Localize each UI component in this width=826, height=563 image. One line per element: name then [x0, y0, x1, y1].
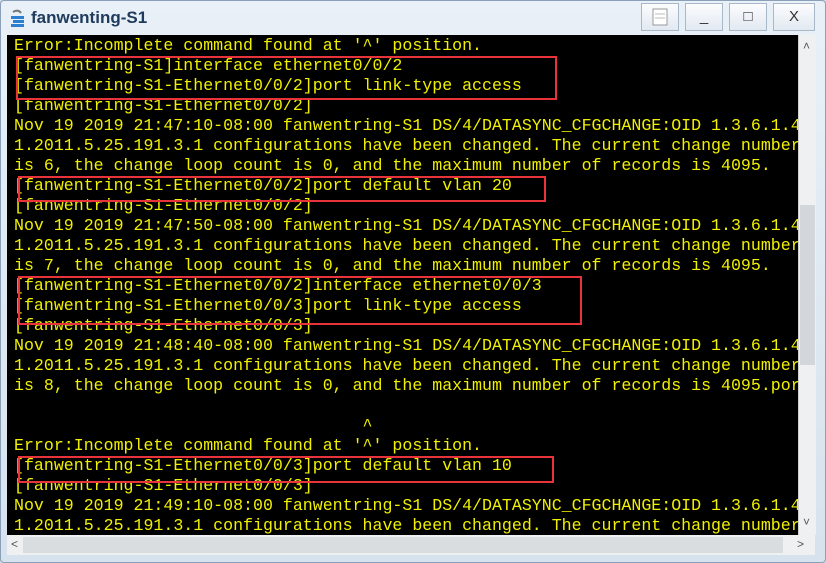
- scroll-right-icon[interactable]: >: [797, 537, 804, 551]
- app-icon: [11, 9, 24, 27]
- terminal-line: Nov 19 2019 21:47:10-08:00 fanwentring-S…: [14, 116, 798, 135]
- terminal-line: 1.2011.5.25.191.3.1 configurations have …: [14, 136, 798, 155]
- terminal-line: Error:Incomplete command found at '^' po…: [14, 436, 483, 455]
- terminal-output[interactable]: Error:Incomplete command found at '^' po…: [7, 35, 798, 535]
- highlight-box: [18, 456, 554, 483]
- vertical-scrollbar[interactable]: ˄ ˅: [798, 35, 816, 535]
- scroll-up-icon[interactable]: ˄: [803, 39, 810, 53]
- horizontal-scroll-thumb[interactable]: [23, 537, 783, 553]
- terminal-line: Nov 19 2019 21:49:10-08:00 fanwentring-S…: [14, 496, 798, 515]
- highlight-box: [18, 276, 582, 325]
- terminal-window: fanwenting-S1 _ □ X Error:Incomplete com…: [0, 0, 826, 563]
- scroll-down-icon[interactable]: ˅: [803, 515, 810, 529]
- terminal-line: 1.2011.5.25.191.3.1 configurations have …: [14, 356, 798, 375]
- maximize-button[interactable]: □: [729, 3, 767, 31]
- terminal-line: ^: [14, 416, 373, 435]
- title-bar[interactable]: fanwenting-S1 _ □ X: [1, 1, 825, 35]
- vertical-scroll-thumb[interactable]: [800, 205, 815, 365]
- settings-button[interactable]: [641, 3, 679, 31]
- minimize-button[interactable]: _: [685, 3, 723, 31]
- scroll-left-icon[interactable]: <: [11, 537, 18, 551]
- terminal-line: is 6, the change loop count is 0, and th…: [14, 156, 771, 175]
- terminal-line: Nov 19 2019 21:47:50-08:00 fanwentring-S…: [14, 216, 798, 235]
- terminal-line: 1.2011.5.25.191.3.1 configurations have …: [14, 516, 798, 535]
- terminal-line: Error:Incomplete command found at '^' po…: [14, 36, 483, 55]
- terminal-line: Nov 19 2019 21:48:40-08:00 fanwentring-S…: [14, 336, 798, 355]
- horizontal-scrollbar[interactable]: < >: [7, 535, 815, 555]
- highlight-box: [16, 56, 557, 100]
- notepad-icon: [652, 8, 668, 26]
- terminal-line: is 7, the change loop count is 0, and th…: [14, 256, 771, 275]
- terminal-line: is 8, the change loop count is 0, and th…: [14, 376, 798, 395]
- window-title: fanwenting-S1: [31, 8, 148, 27]
- close-button[interactable]: X: [773, 3, 815, 31]
- terminal-line: 1.2011.5.25.191.3.1 configurations have …: [14, 236, 798, 255]
- highlight-box: [18, 176, 546, 202]
